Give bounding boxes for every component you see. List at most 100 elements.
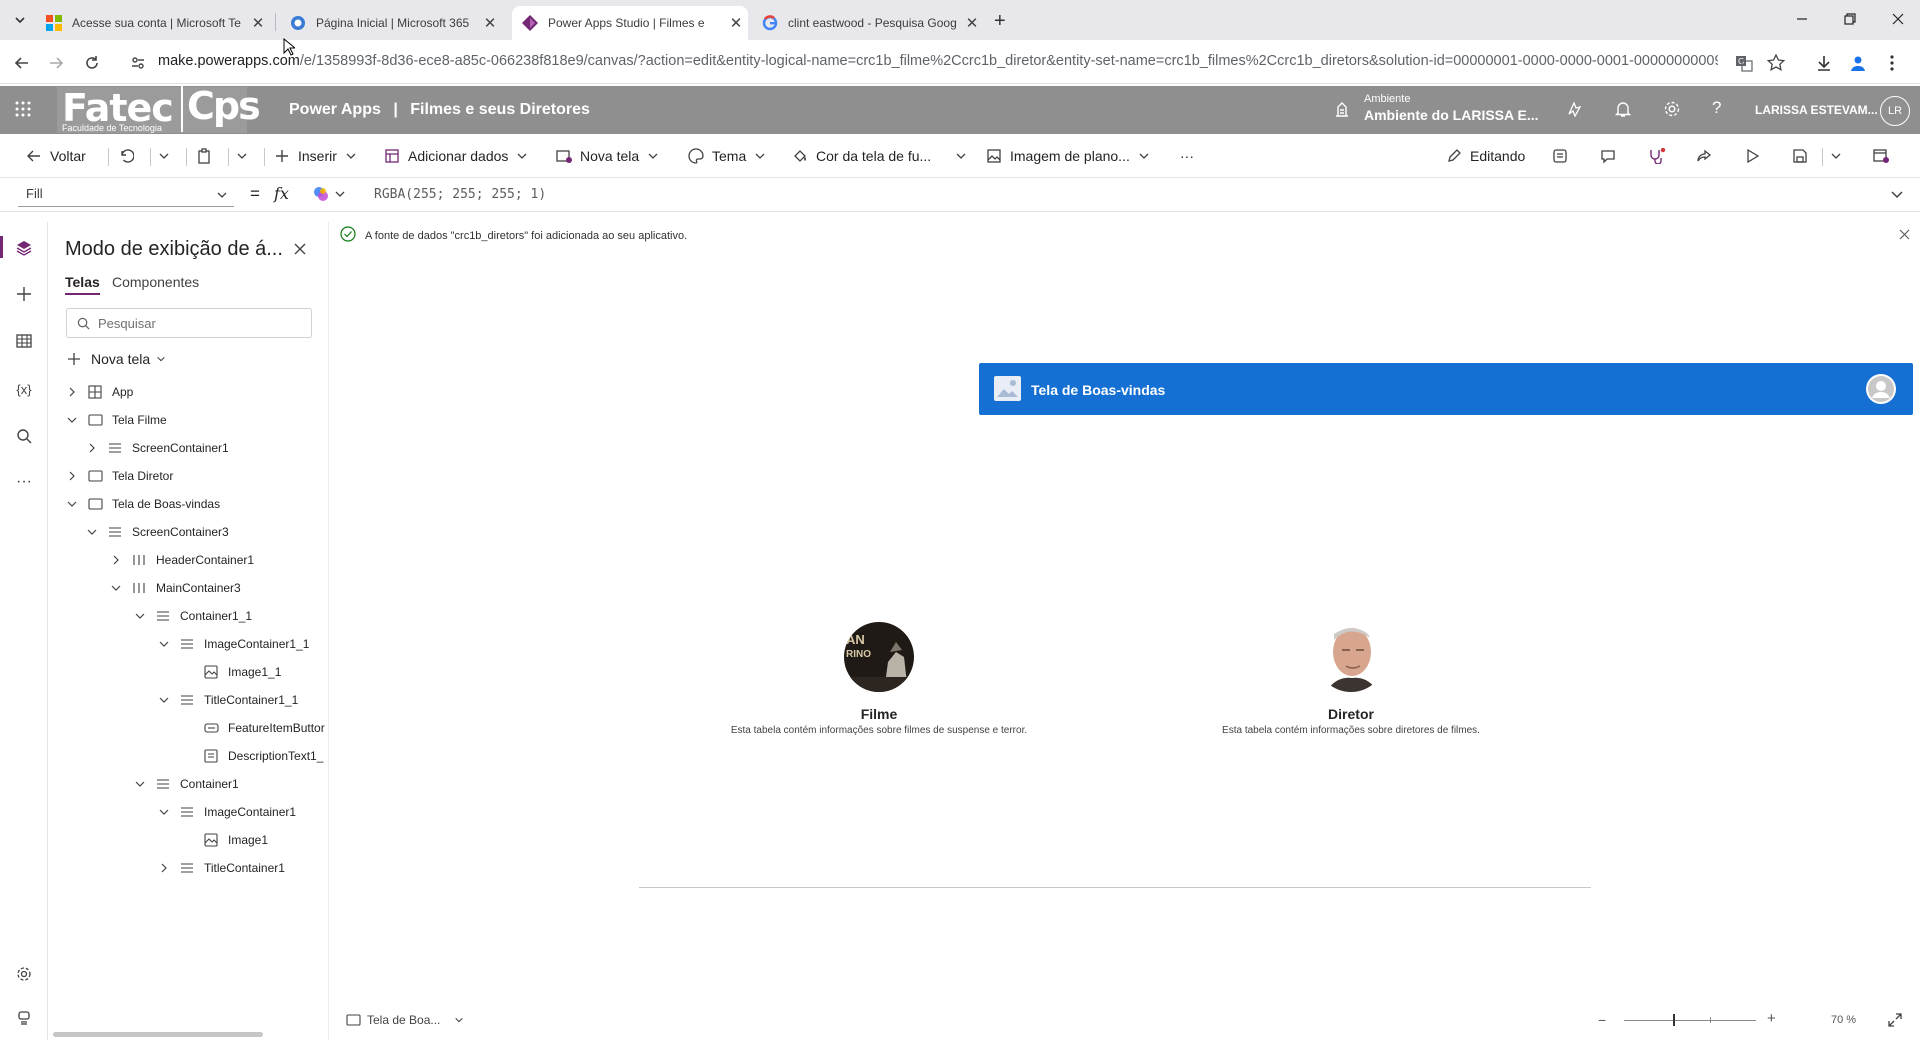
feature-item-diretor[interactable]: Diretor Esta tabela contém informações s… <box>1171 622 1531 736</box>
browser-tab-google[interactable]: clint eastwood - Pesquisa Goog ✕ <box>752 6 984 40</box>
background-image-button[interactable]: Imagem de plano... <box>986 142 1158 170</box>
app-checker-button[interactable] <box>1552 142 1576 170</box>
copilot-formula-button[interactable] <box>312 185 346 203</box>
preview-play-button[interactable] <box>1744 142 1768 170</box>
paste-button[interactable] <box>196 142 220 170</box>
settings-gear-icon[interactable] <box>1663 100 1681 118</box>
chevron-right-icon[interactable] <box>109 553 123 567</box>
add-data-button[interactable]: Adicionar dados <box>384 142 536 170</box>
fit-to-window-expand-icon[interactable] <box>1888 1013 1902 1027</box>
new-screen-button[interactable]: Nova tela <box>556 142 667 170</box>
zoom-slider-track[interactable] <box>1624 1020 1756 1021</box>
tree-node-app[interactable]: App <box>65 381 133 403</box>
publish-button[interactable] <box>1872 142 1898 170</box>
tree-node-container[interactable]: ImageContainer1 <box>157 801 296 823</box>
tree-node-container[interactable]: HeaderContainer1 <box>109 549 254 571</box>
new-screen-button[interactable]: Nova tela <box>67 348 166 370</box>
tree-node-container[interactable]: MainContainer3 <box>109 577 241 599</box>
profile-icon[interactable] <box>1846 51 1870 75</box>
forward-arrow-icon[interactable] <box>44 51 68 75</box>
download-icon[interactable] <box>1812 51 1836 75</box>
browser-menu-icon[interactable] <box>1880 51 1904 75</box>
formula-input[interactable]: RGBA(255; 255; 255; 1) <box>374 187 546 202</box>
app-launcher-waffle-icon[interactable] <box>14 100 32 118</box>
feature-item-filme[interactable]: AN RINO Filme Esta tabela contém informa… <box>699 622 1059 736</box>
tree-node-container[interactable]: Container1 <box>133 773 239 795</box>
restore-icon[interactable] <box>1832 6 1868 32</box>
chevron-right-icon[interactable] <box>65 469 79 483</box>
chevron-down-icon[interactable] <box>157 693 171 707</box>
bookmark-star-icon[interactable] <box>1764 51 1788 75</box>
comments-button[interactable] <box>1600 142 1624 170</box>
tree-node-container[interactable]: Container1_1 <box>133 605 252 627</box>
help-question-icon[interactable]: ? <box>1712 98 1721 118</box>
tree-node-container[interactable]: ScreenContainer3 <box>85 521 229 543</box>
chevron-down-icon[interactable] <box>85 525 99 539</box>
minimize-icon[interactable] <box>1784 6 1820 32</box>
dismiss-notification-icon[interactable] <box>1899 229 1910 240</box>
tree-node-text[interactable]: DescriptionText1_ <box>181 745 323 767</box>
app-canvas[interactable]: Tela de Boas-vindas AN RINO Filme Esta t… <box>330 256 1920 1000</box>
tab-close-icon[interactable]: ✕ <box>960 14 984 32</box>
chevron-right-icon[interactable] <box>65 385 79 399</box>
insert-plus-icon[interactable] <box>12 282 36 306</box>
copilot-icon[interactable] <box>1565 100 1583 118</box>
url-field[interactable]: make.powerapps.com/e/1358993f-8d36-ece8-… <box>158 53 1718 69</box>
director-photo-image[interactable] <box>1316 622 1386 692</box>
chevron-down-icon[interactable] <box>109 581 123 595</box>
screen-header-container[interactable]: Tela de Boas-vindas <box>979 363 1913 415</box>
property-dropdown[interactable]: Fill <box>18 183 234 207</box>
header-logo-image-icon[interactable] <box>994 376 1021 401</box>
user-name[interactable]: LARISSA ESTEVAM... <box>1755 103 1878 117</box>
share-button[interactable] <box>1696 142 1720 170</box>
close-window-icon[interactable] <box>1880 6 1916 32</box>
tab-close-icon[interactable]: ✕ <box>246 14 270 32</box>
new-tab-plus-icon[interactable]: + <box>994 10 1006 33</box>
tree-node-screen[interactable]: Tela Diretor <box>65 465 173 487</box>
notifications-bell-icon[interactable] <box>1614 100 1632 118</box>
data-table-icon[interactable] <box>12 329 36 353</box>
translate-icon[interactable]: G <box>1732 51 1756 75</box>
redo-dropdown-button[interactable] <box>158 142 178 170</box>
chevron-down-icon[interactable] <box>65 497 79 511</box>
tab-close-icon[interactable]: ✕ <box>724 14 748 32</box>
theme-button[interactable]: Tema <box>688 142 774 170</box>
screen-color-button[interactable]: Cor da tela de fu... <box>792 142 975 170</box>
tree-node-container[interactable]: ImageContainer1_1 <box>157 633 309 655</box>
browser-tab-microsoft-365[interactable]: Página Inicial | Microsoft 365 ✕ <box>280 6 502 40</box>
back-arrow-icon[interactable] <box>10 51 34 75</box>
tab-components[interactable]: Componentes <box>112 274 199 290</box>
tab-close-icon[interactable]: ✕ <box>478 14 502 32</box>
zoom-slider-thumb[interactable] <box>1673 1014 1675 1026</box>
tree-node-image[interactable]: Image1 <box>181 829 268 851</box>
fx-icon[interactable]: fx <box>274 184 289 203</box>
avatar[interactable]: LR <box>1880 96 1910 126</box>
zoom-in-plus-icon[interactable]: + <box>1767 1010 1776 1027</box>
undo-button[interactable] <box>118 142 142 170</box>
save-button[interactable] <box>1792 142 1816 170</box>
settings-gear-icon[interactable] <box>12 962 36 986</box>
reload-icon[interactable] <box>80 51 104 75</box>
site-info-icon[interactable] <box>126 51 150 75</box>
tree-node-button[interactable]: FeatureItemButtor <box>181 717 325 739</box>
tab-search-chevron-icon[interactable] <box>12 12 28 28</box>
tree-node-container[interactable]: ScreenContainer1 <box>85 437 229 459</box>
health-monitor-button[interactable] <box>1648 142 1674 170</box>
expand-formula-chevron-icon[interactable] <box>1890 188 1904 202</box>
save-dropdown-button[interactable] <box>1830 142 1850 170</box>
chevron-down-icon[interactable] <box>157 805 171 819</box>
more-ellipsis-icon[interactable]: ··· <box>12 470 36 494</box>
tree-node-container[interactable]: TitleContainer1 <box>157 857 285 879</box>
search-input[interactable]: Pesquisar <box>66 308 312 338</box>
zoom-out-minus-icon[interactable]: − <box>1598 1012 1606 1028</box>
editing-button[interactable]: Editando <box>1446 142 1525 170</box>
tree-view-layers-icon[interactable] <box>12 236 36 260</box>
chevron-down-icon[interactable] <box>65 413 79 427</box>
tree-node-container[interactable]: TitleContainer1_1 <box>157 689 298 711</box>
environment-name[interactable]: Ambiente do LARISSA E... <box>1364 107 1539 123</box>
tab-screens[interactable]: Telas <box>65 274 100 295</box>
tree-node-image[interactable]: Image1_1 <box>181 661 281 683</box>
tree-node-screen[interactable]: Tela Filme <box>65 409 167 431</box>
movie-poster-image[interactable]: AN RINO <box>844 622 914 692</box>
more-commands-button[interactable]: ··· <box>1180 142 1194 170</box>
